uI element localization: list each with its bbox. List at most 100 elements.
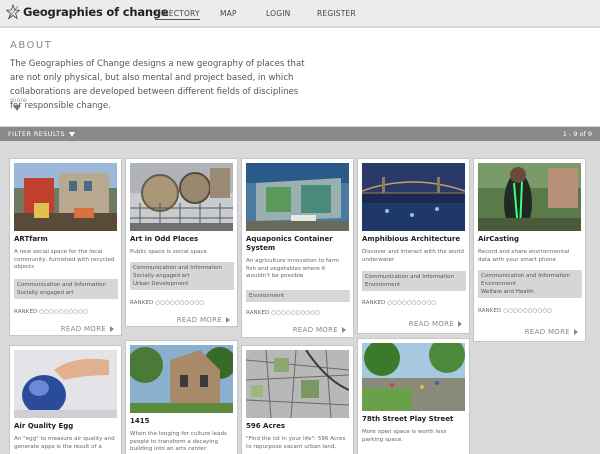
expand-triangle-icon[interactable] — [13, 105, 21, 111]
project-description: An agriculture innovation to farm fish a… — [246, 258, 340, 280]
category-tag: Environment — [481, 281, 517, 287]
project-categories: Communication and Information Environmen… — [362, 271, 466, 291]
rating-circles-icon[interactable]: ○○○○○○○○○○ — [155, 300, 204, 306]
read-more-link[interactable]: READ MORE — [525, 328, 578, 336]
category-tag: Communication and Information — [17, 282, 107, 288]
project-title[interactable]: AirCasting — [478, 235, 583, 244]
arrow-right-icon — [574, 329, 578, 335]
project-thumbnail[interactable] — [246, 163, 349, 231]
project-title[interactable]: Aquaponics Container System — [246, 235, 351, 253]
nav-directory[interactable]: DIRECTORY — [155, 9, 200, 20]
project-title[interactable]: 1415 — [130, 417, 235, 426]
amphibious-photo-icon — [362, 163, 465, 231]
category-tag: Socially engaged art — [17, 290, 74, 296]
project-title[interactable]: ARTfarm — [14, 235, 119, 244]
project-description: "Find the lot in your life": 596 Acres t… — [246, 436, 346, 450]
project-title[interactable]: Art in Odd Places — [130, 235, 235, 244]
rating: RANKED ○○○○○○○○○○ — [362, 300, 436, 306]
category-tag: Welfare and Health — [481, 289, 534, 295]
project-card[interactable]: 596 Acres "Find the lot in your life": 5… — [241, 345, 354, 454]
filter-bar: FILTER RESULTS 1 - 9 of 9 — [0, 127, 600, 141]
project-card[interactable]: AirCasting Record and share environmenta… — [473, 158, 586, 342]
project-description: When the longing for culture leads peopl… — [130, 431, 227, 453]
project-card[interactable]: Amphibious Architecture Discover and int… — [357, 158, 470, 334]
arrow-right-icon — [458, 321, 462, 327]
project-categories: Communication and Information Socially e… — [130, 262, 234, 290]
project-categories: Communication and Information Environmen… — [478, 270, 582, 298]
project-title[interactable]: Amphibious Architecture — [362, 235, 467, 244]
rating: RANKED ○○○○○○○○○○ — [478, 308, 552, 314]
project-thumbnail[interactable] — [246, 350, 349, 418]
site-title: Geographies of change — [23, 5, 169, 19]
read-more-link[interactable]: READ MORE — [61, 325, 114, 333]
rating: RANKED ○○○○○○○○○○ — [130, 300, 204, 306]
project-description: Public space is social space — [130, 249, 207, 255]
more-link[interactable]: more — [10, 96, 27, 104]
rating: RANKED ○○○○○○○○○○ — [14, 309, 88, 315]
project-thumbnail[interactable] — [130, 345, 233, 413]
ranked-label: RANKED — [246, 310, 270, 316]
ranked-label: RANKED — [130, 300, 154, 306]
project-description: An "egg" to measure air quality and gene… — [14, 436, 115, 450]
read-more-link[interactable]: READ MORE — [409, 320, 462, 328]
project-card[interactable]: ARTfarm A new social space for the local… — [9, 158, 122, 336]
project-description: A new social space for the local communi… — [14, 249, 115, 271]
project-card[interactable]: Air Quality Egg An "egg" to measure air … — [9, 345, 122, 454]
category-tag: Environment — [249, 293, 285, 299]
artfarm-photo-icon — [14, 163, 117, 231]
project-title[interactable]: 596 Acres — [246, 422, 351, 431]
arrow-right-icon — [110, 326, 114, 332]
site-logo[interactable]: Geographies of change — [6, 4, 169, 20]
project-card[interactable]: 78th Street Play Street More open space … — [357, 338, 470, 454]
category-tag: Communication and Information — [133, 265, 223, 271]
rating: RANKED ○○○○○○○○○○ — [246, 310, 320, 316]
project-thumbnail[interactable] — [478, 163, 581, 231]
rating-circles-icon[interactable]: ○○○○○○○○○○ — [271, 310, 320, 316]
read-more-label: READ MORE — [524, 328, 570, 336]
arrow-right-icon — [226, 317, 230, 323]
project-thumbnail[interactable] — [14, 163, 117, 231]
read-more-label: READ MORE — [292, 326, 338, 334]
rating-circles-icon[interactable]: ○○○○○○○○○○ — [387, 300, 436, 306]
78th-street-photo-icon — [362, 343, 465, 411]
nav-register[interactable]: REGISTER — [317, 9, 356, 18]
project-categories: Communication and Information Socially e… — [14, 279, 118, 299]
project-description: More open space is worth less parking sp… — [362, 429, 447, 443]
596-acres-photo-icon — [246, 350, 349, 418]
filter-results-toggle[interactable]: FILTER RESULTS — [8, 130, 75, 138]
filter-results-label: FILTER RESULTS — [8, 130, 65, 138]
project-card[interactable]: Aquaponics Container System An agricultu… — [241, 158, 354, 338]
project-title[interactable]: 78th Street Play Street — [362, 415, 467, 424]
read-more-link[interactable]: READ MORE — [293, 326, 346, 334]
project-thumbnail[interactable] — [362, 163, 465, 231]
about-heading: ABOUT — [10, 40, 53, 51]
project-thumbnail[interactable] — [362, 343, 465, 411]
read-more-link[interactable]: READ MORE — [177, 316, 230, 324]
project-categories: Environment — [246, 290, 350, 302]
read-more-label: READ MORE — [176, 316, 222, 324]
project-card[interactable]: 1415 When the longing for culture leads … — [125, 340, 238, 454]
category-tag: Communication and Information — [481, 273, 571, 279]
rating-circles-icon[interactable]: ○○○○○○○○○○ — [503, 308, 552, 314]
read-more-label: READ MORE — [408, 320, 454, 328]
category-tag: Communication and Information — [365, 274, 455, 280]
category-tag: Environment — [365, 282, 401, 288]
aircasting-photo-icon — [478, 163, 581, 231]
art-in-odd-places-photo-icon — [130, 163, 233, 231]
top-navigation-bar: Geographies of change DIRECTORY MAP LOGI… — [0, 0, 600, 27]
read-more-label: READ MORE — [60, 325, 106, 333]
project-description: Record and share environmental data with… — [478, 249, 570, 263]
about-section: ABOUT The Geographies of Change designs … — [0, 28, 600, 126]
category-tag: Socially engaged art — [133, 273, 190, 279]
nav-login[interactable]: LOGIN — [266, 9, 290, 18]
aquaponics-photo-icon — [246, 163, 349, 231]
project-card[interactable]: Art in Odd Places Public space is social… — [125, 158, 238, 327]
project-thumbnail[interactable] — [130, 163, 233, 231]
about-text: The Geographies of Change designs a new … — [10, 59, 305, 111]
rating-circles-icon[interactable]: ○○○○○○○○○○ — [39, 309, 88, 315]
ranked-label: RANKED — [362, 300, 386, 306]
project-title[interactable]: Air Quality Egg — [14, 422, 119, 431]
nav-map[interactable]: MAP — [220, 9, 237, 18]
1415-photo-icon — [130, 345, 233, 413]
project-thumbnail[interactable] — [14, 350, 117, 418]
